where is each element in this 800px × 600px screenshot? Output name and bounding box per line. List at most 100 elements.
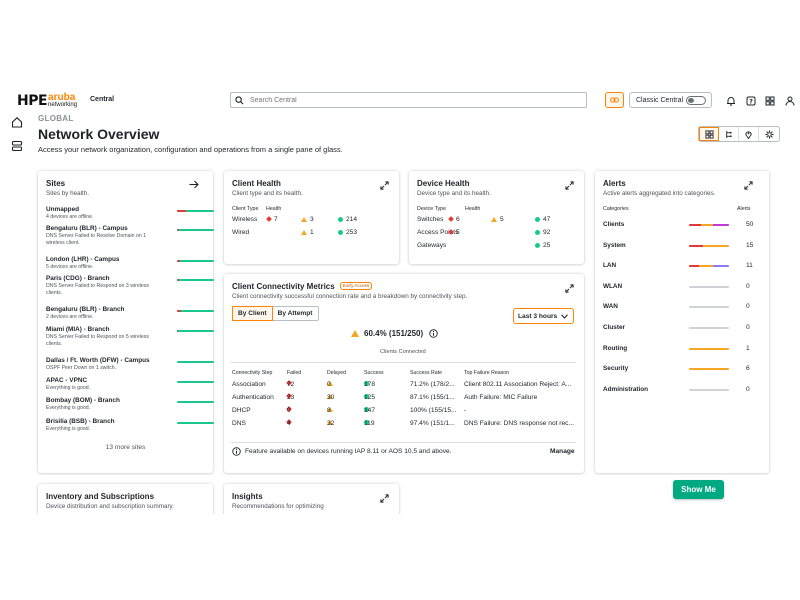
apps-grid-icon[interactable] <box>765 96 775 106</box>
time-range-select[interactable]: Last 3 hours <box>513 308 574 324</box>
expand-icon[interactable] <box>565 284 574 293</box>
help-icon[interactable]: ? <box>746 96 756 106</box>
health-count-good[interactable]: 253 <box>338 229 357 236</box>
healthy-icon <box>535 229 540 235</box>
cell-value: DNS Failure: DNS response not rec... <box>464 420 574 427</box>
health-count-good[interactable]: 25 <box>535 242 550 249</box>
top-bar: HPE aruba networking Central Classic Cen… <box>0 88 800 114</box>
cell-value: 0 <box>327 381 331 388</box>
expand-icon[interactable] <box>565 181 574 190</box>
connectivity-subtitle: Client connectivity successful connectio… <box>232 293 468 300</box>
site-item[interactable]: Bombay (BOM) - Branch Everything is good. <box>46 397 214 412</box>
health-row-type[interactable]: Wireless <box>232 216 257 223</box>
health-count-good[interactable]: 92 <box>535 229 550 236</box>
site-health-bar <box>177 381 214 383</box>
expand-icon[interactable] <box>380 494 389 503</box>
col-device-type: Device Type <box>417 206 447 212</box>
site-item[interactable]: Brisilia (BSB) - Branch Everything is goo… <box>46 418 214 433</box>
expand-icon[interactable] <box>744 181 753 190</box>
link-button[interactable] <box>605 92 624 108</box>
info-icon[interactable] <box>429 329 438 338</box>
arrow-right-icon[interactable] <box>189 180 199 189</box>
health-count-warn[interactable]: 3 <box>301 216 314 223</box>
health-count-good[interactable]: 214 <box>338 216 357 223</box>
alerts-subtitle: Active alerts aggregated into categories… <box>603 190 716 197</box>
site-item[interactable]: APAC - VPNC Everything is good. <box>46 377 214 392</box>
map-view-button[interactable] <box>739 127 759 141</box>
alert-severity-segment <box>713 224 729 226</box>
alert-category-name: Clients <box>603 221 625 228</box>
classic-central-label: Classic Central <box>636 96 684 104</box>
health-row-type[interactable]: Gateways <box>417 242 446 249</box>
health-count-red[interactable]: 5 <box>448 229 460 236</box>
home-icon[interactable] <box>11 116 23 128</box>
cell-value: Client 802.11 Association Reject: A... <box>464 381 572 388</box>
health-count-value: 92 <box>543 229 551 236</box>
hpe-aruba-logo[interactable]: HPE aruba networking <box>17 93 78 109</box>
topology-icon <box>726 130 732 138</box>
sites-card: Sites Sites by health. Unmapped 4 devices… <box>38 171 214 473</box>
devices-list-icon[interactable] <box>11 140 23 152</box>
link-icon <box>610 97 619 103</box>
site-item[interactable]: Miami (MIA) - Branch DNS Server Failed to… <box>46 326 214 348</box>
col-success-rate: Success Rate <box>410 370 443 376</box>
critical-icon <box>448 229 454 236</box>
page-title: Network Overview <box>38 126 160 142</box>
manage-link[interactable]: Manage <box>550 448 575 455</box>
col-delayed: Delayed <box>327 370 347 376</box>
health-count-warn[interactable]: 5 <box>491 216 504 223</box>
search-input[interactable] <box>250 96 570 104</box>
site-item[interactable]: Dallas / Ft. Worth (DFW) - Campus OSPF Pe… <box>46 357 214 372</box>
toggle-switch[interactable] <box>686 96 706 105</box>
cell-value: 4 <box>287 420 291 427</box>
tab-by-client[interactable]: By Client <box>232 306 273 321</box>
health-row-type[interactable]: Switches <box>417 216 443 223</box>
health-count-red[interactable]: 7 <box>266 216 278 223</box>
alert-category-name: Security <box>603 365 629 373</box>
cell-value: 100% (155/15... <box>410 407 457 414</box>
user-icon[interactable] <box>785 96 795 106</box>
alert-severity-segment <box>689 224 701 226</box>
col-health: Health <box>465 206 481 212</box>
time-range-value: Last 3 hours <box>518 313 558 320</box>
site-item[interactable]: Unmapped 4 devices are offline. <box>46 206 214 221</box>
topology-view-button[interactable] <box>719 127 739 141</box>
sites-title: Sites <box>46 179 66 188</box>
cell-value: - <box>464 407 467 414</box>
critical-icon <box>266 216 272 223</box>
search-box[interactable] <box>230 92 587 108</box>
more-sites-link[interactable]: 13 more sites <box>38 444 213 451</box>
warning-icon <box>491 216 497 222</box>
site-item[interactable]: Paris (CDG) - Branch DNS Server Failed to… <box>46 275 214 297</box>
grid-view-button[interactable] <box>699 127 719 141</box>
logo-networking-word: networking <box>48 102 78 108</box>
cell-value: 72 <box>287 381 295 388</box>
expand-icon[interactable] <box>380 181 389 190</box>
success-rate-value: 60.4% (151/250) <box>364 329 424 338</box>
site-health-bar-bad <box>177 279 179 281</box>
site-item[interactable]: Bengaluru (BLR) - Branch 2 devices are of… <box>46 306 214 321</box>
classic-central-toggle[interactable]: Classic Central <box>629 92 712 108</box>
health-count-red[interactable]: 6 <box>448 216 460 223</box>
breadcrumb[interactable]: GLOBAL <box>38 114 74 123</box>
health-count-good[interactable]: 47 <box>535 216 550 223</box>
health-count-value: 5 <box>456 229 460 236</box>
show-me-button[interactable]: Show Me <box>673 480 724 499</box>
tab-by-attempt[interactable]: By Attempt <box>273 307 318 320</box>
site-item[interactable]: Bengaluru (BLR) - Campus DNS Server Faile… <box>46 225 214 247</box>
healthy-icon <box>535 242 540 248</box>
alert-severity-segment <box>689 265 699 268</box>
col-categories: Categories <box>603 206 629 212</box>
health-row-type[interactable]: Wired <box>232 229 249 236</box>
site-item[interactable]: London (LHR) - Campus 5 devices are offli… <box>46 256 214 271</box>
health-count-value: 214 <box>346 216 358 223</box>
settings-view-button[interactable] <box>759 127 779 141</box>
alert-count: 1 <box>746 344 750 352</box>
cell-value: 8 <box>327 407 331 414</box>
alert-severity-segment <box>703 244 729 247</box>
client-connectivity-card: Client Connectivity Metrics Early Access… <box>224 274 584 473</box>
bell-icon[interactable] <box>726 96 736 106</box>
health-count-warn[interactable]: 1 <box>301 229 314 236</box>
view-switcher <box>698 126 780 142</box>
warning-icon <box>351 330 359 337</box>
